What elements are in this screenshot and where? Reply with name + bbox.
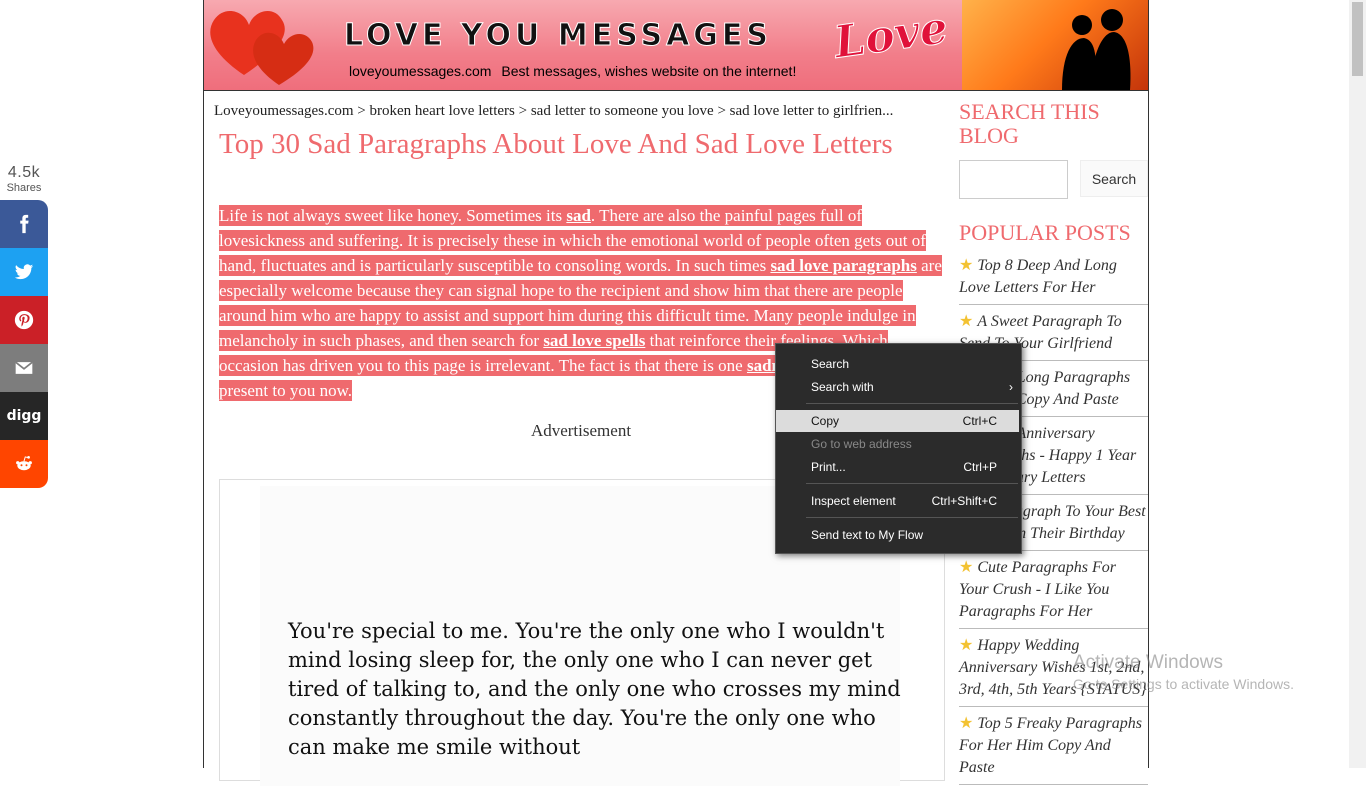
email-share-button[interactable] (0, 344, 48, 392)
popular-post-item[interactable]: ★ Top 8 Deep And Long Love Letters For He… (959, 249, 1148, 305)
star-icon: ★ (959, 313, 974, 330)
search-blog-heading: SEARCH THIS BLOG (959, 99, 1100, 148)
context-menu-search[interactable]: Search (776, 353, 1019, 375)
menu-item-label: Send text to My Flow (811, 528, 924, 542)
menu-item-label: Go to web address (811, 437, 912, 451)
popular-post-link[interactable]: Top 8 Deep And Long Love Letters For Her (959, 257, 1117, 296)
site-tagline-row: loveyoumessages.com Best messages, wishes… (349, 63, 796, 79)
popular-post-link[interactable]: Top 5 Freaky Paragraphs For Her Him Copy… (959, 715, 1142, 776)
menu-item-shortcut: Ctrl+C (962, 414, 997, 428)
context-menu-print[interactable]: Print... Ctrl+P (776, 456, 1019, 478)
menu-item-label: Search with (811, 380, 874, 394)
site-tagline: Best messages, wishes website on the int… (501, 63, 797, 79)
search-button[interactable]: Search (1080, 160, 1148, 197)
site-banner[interactable]: LOVE YOU MESSAGES loveyoumessages.com Bes… (204, 0, 1148, 91)
intro-text-1: Life is not always sweet like honey. Som… (219, 206, 567, 225)
star-icon: ★ (959, 715, 974, 732)
star-icon: ★ (959, 559, 974, 576)
vertical-scrollbar[interactable] (1349, 0, 1366, 768)
pinterest-icon (14, 310, 34, 330)
popular-post-item[interactable]: ★ Top 5 Freaky Paragraphs For Her Him Cop… (959, 707, 1148, 785)
menu-item-shortcut: Ctrl+P (963, 460, 997, 474)
menu-divider (806, 483, 1018, 484)
context-menu-search-with[interactable]: Search with › (776, 376, 1019, 398)
menu-item-label: Copy (811, 414, 840, 428)
share-count: 4.5k Shares (0, 160, 48, 200)
menu-item-label: Search (811, 357, 850, 371)
keyword-link-sad[interactable]: sad (566, 206, 591, 225)
reddit-icon (16, 456, 32, 471)
couple-silhouette-icon (1062, 9, 1131, 90)
couple-silhouette-image (962, 0, 1148, 90)
share-count-number: 4.5k (7, 164, 41, 181)
twitter-icon (14, 264, 34, 280)
star-icon: ★ (959, 637, 974, 654)
context-menu: Search Search with › Copy Ctrl+C Go to web… (775, 343, 1022, 554)
context-menu-inspect-element[interactable]: Inspect element Ctrl+Shift+C (776, 490, 1019, 512)
scrollbar-thumb[interactable] (1352, 2, 1363, 76)
quote-image-text: You're special to me. You're the only on… (288, 619, 901, 759)
pinterest-share-button[interactable] (0, 296, 48, 344)
menu-item-label: Inspect element (811, 494, 896, 508)
facebook-icon (20, 214, 29, 234)
twitter-share-button[interactable] (0, 248, 48, 296)
reddit-share-button[interactable] (0, 440, 48, 488)
love-script-logo: Love (831, 2, 952, 69)
search-input[interactable] (959, 160, 1068, 199)
chevron-right-icon: › (1009, 380, 1013, 394)
page-title: Top 30 Sad Paragraphs About Love And Sad… (219, 128, 893, 160)
digg-icon: digg (6, 408, 42, 424)
activate-windows-title: Activate Windows (1073, 652, 1223, 673)
menu-item-label: Print... (811, 460, 846, 474)
share-bar: 4.5k Shares digg (0, 160, 48, 488)
menu-item-shortcut: Ctrl+Shift+C (931, 494, 997, 508)
menu-divider (806, 403, 1018, 404)
popular-post-link[interactable]: Cute Paragraphs For Your Crush - I Like … (959, 559, 1116, 620)
context-menu-send-to-my-flow[interactable]: Send text to My Flow (776, 524, 1019, 546)
digg-share-button[interactable]: digg (0, 392, 48, 440)
keyword-link-sad-love-paragraphs[interactable]: sad love paragraphs (770, 256, 916, 275)
star-icon: ★ (959, 257, 974, 274)
context-menu-copy[interactable]: Copy Ctrl+C (776, 410, 1019, 432)
keyword-link-sad-love-spells[interactable]: sad love spells (543, 331, 645, 350)
search-form: Search (959, 160, 1148, 199)
facebook-share-button[interactable] (0, 200, 48, 248)
popular-post-item[interactable]: ★ Cute Paragraphs For Your Crush - I Like… (959, 551, 1148, 629)
envelope-icon (15, 361, 33, 374)
popular-posts-heading: POPULAR POSTS (959, 220, 1131, 245)
activate-windows-watermark: Activate Windows Go to Settings to activ… (1073, 652, 1294, 692)
share-count-label: Shares (6, 182, 42, 194)
context-menu-go-to-web-address[interactable]: Go to web address (776, 433, 1019, 455)
hearts-graphic-icon (210, 10, 314, 85)
site-logo: LOVE YOU MESSAGES (343, 18, 773, 54)
breadcrumb[interactable]: Loveyoumessages.com > broken heart love … (214, 103, 948, 120)
site-url: loveyoumessages.com (349, 63, 492, 79)
activate-windows-subtitle: Go to Settings to activate Windows. (1073, 676, 1294, 692)
menu-divider (806, 517, 1018, 518)
